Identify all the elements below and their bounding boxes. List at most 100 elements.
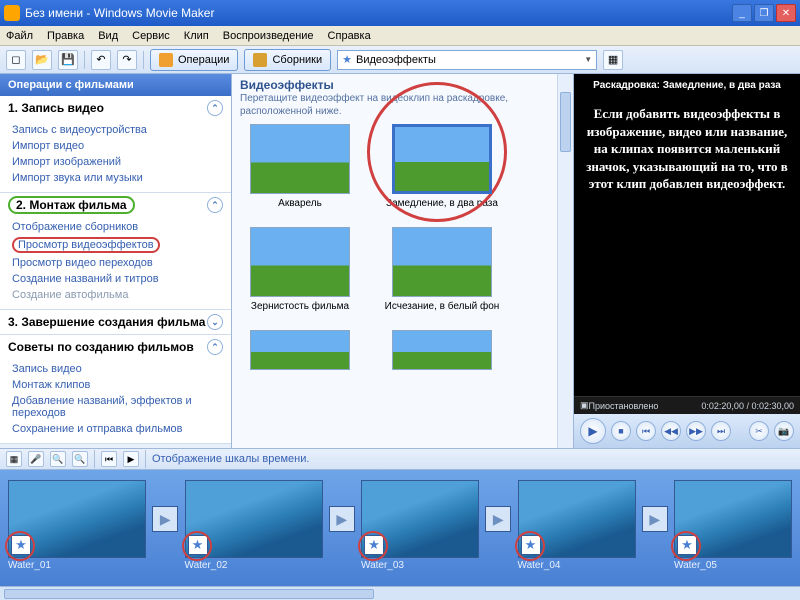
effect-extra-2[interactable] — [382, 330, 502, 374]
link-view-transitions[interactable]: Просмотр видео переходов — [12, 255, 231, 271]
effects-combo[interactable]: ★ Видеоэффекты ▼ — [337, 50, 597, 70]
effect-badge-icon — [11, 535, 31, 555]
scrollbar-thumb[interactable] — [4, 589, 374, 599]
link-import-images[interactable]: Импорт изображений — [12, 154, 231, 170]
redo-button[interactable]: ↷ — [117, 50, 137, 70]
stop-button[interactable]: ■ — [611, 421, 631, 441]
clip-label: Water_03 — [361, 560, 479, 571]
collections-icon — [253, 53, 267, 67]
effect-slowdown[interactable]: Замедление, в два раза — [382, 124, 502, 209]
link-view-effects-label: Просмотр видеоэффектов — [12, 237, 160, 253]
task-section-2-head[interactable]: 2. Монтаж фильма ⌃ — [0, 193, 231, 217]
transition-slot[interactable]: ▶ — [152, 506, 178, 532]
menu-play[interactable]: Воспроизведение — [223, 30, 314, 42]
separator — [84, 51, 85, 69]
menu-help[interactable]: Справка — [328, 30, 371, 42]
effect-label: Замедление, в два раза — [382, 198, 502, 209]
task-section-2-title: 2. Монтаж фильма — [8, 196, 135, 214]
preview-status: ▣ Приостановлено 0:02:20,00 / 0:02:30,00 — [574, 396, 800, 414]
menu-edit[interactable]: Правка — [47, 30, 84, 42]
menu-service[interactable]: Сервис — [132, 30, 170, 42]
new-button[interactable]: ◻ — [6, 50, 26, 70]
rewind-button[interactable]: ◀◀ — [661, 421, 681, 441]
effect-thumb — [392, 124, 492, 194]
task-section-1-head[interactable]: 1. Запись видео ⌃ — [0, 96, 231, 120]
tasks-button[interactable]: Операции — [150, 49, 238, 71]
effect-badge-icon — [677, 535, 697, 555]
transition-slot[interactable]: ▶ — [329, 506, 355, 532]
tl-btn-1[interactable]: ▦ — [6, 451, 22, 467]
status-left: Приостановлено — [589, 401, 659, 411]
transition-slot[interactable]: ▶ — [642, 506, 668, 532]
tip-add-effects[interactable]: Добавление названий, эффектов и переходо… — [12, 393, 231, 421]
horizontal-scrollbar[interactable] — [0, 586, 800, 600]
tasks-pane: Операции с фильмами 1. Запись видео ⌃ За… — [0, 74, 232, 448]
prev-button[interactable]: ⏮ — [636, 421, 656, 441]
link-view-effects[interactable]: Просмотр видеоэффектов — [12, 235, 231, 255]
tl-btn-4[interactable]: 🔍 — [72, 451, 88, 467]
tip-record[interactable]: Запись видео — [12, 361, 231, 377]
tl-play-button[interactable]: ▶ — [123, 451, 139, 467]
menu-file[interactable]: Файл — [6, 30, 33, 42]
clip-water-01[interactable] — [8, 480, 146, 558]
clip-water-05[interactable] — [674, 480, 792, 558]
clip-water-02[interactable] — [185, 480, 323, 558]
titlebar: Без имени - Windows Movie Maker _ ❐ ✕ — [0, 0, 800, 26]
effect-grain[interactable]: Зернистость фильма — [240, 227, 360, 312]
scrollbar-thumb[interactable] — [560, 92, 571, 152]
menu-view[interactable]: Вид — [98, 30, 118, 42]
chevron-down-icon: ▼ — [584, 55, 592, 64]
timeline-toolbar: ▦ 🎤 🔍 🔍 ⏮ ▶ Отображение шкалы времени. — [0, 448, 800, 470]
play-button[interactable]: ▶ — [580, 418, 606, 444]
collections-button[interactable]: Сборники — [244, 49, 331, 71]
transition-slot[interactable]: ▶ — [485, 506, 511, 532]
link-show-collections[interactable]: Отображение сборников — [12, 219, 231, 235]
close-button[interactable]: ✕ — [776, 4, 796, 22]
task-section-3-head[interactable]: 3. Завершение создания фильма ⌄ — [0, 310, 231, 334]
tl-btn-3[interactable]: 🔍 — [50, 451, 66, 467]
effect-thumb — [250, 330, 350, 370]
tip-edit-clips[interactable]: Монтаж клипов — [12, 377, 231, 393]
tl-rewind-button[interactable]: ⏮ — [101, 451, 117, 467]
separator — [94, 450, 95, 468]
show-timeline-link[interactable]: Отображение шкалы времени. — [152, 453, 309, 465]
save-button[interactable]: 💾 — [58, 50, 78, 70]
link-automovie[interactable]: Создание автофильма — [12, 287, 231, 303]
effect-thumb — [250, 124, 350, 194]
clip-water-03[interactable] — [361, 480, 479, 558]
collapse-icon: ⌃ — [207, 100, 223, 116]
next-button[interactable]: ⏭ — [711, 421, 731, 441]
link-import-audio[interactable]: Импорт звука или музыки — [12, 170, 231, 186]
maximize-button[interactable]: ❐ — [754, 4, 774, 22]
link-capture-device[interactable]: Запись с видеоустройства — [12, 122, 231, 138]
tip-save-send[interactable]: Сохранение и отправка фильмов — [12, 421, 231, 437]
vertical-scrollbar[interactable] — [557, 74, 573, 448]
combo-value: Видеоэффекты — [356, 54, 436, 66]
menu-clip[interactable]: Клип — [184, 30, 209, 42]
minimize-button[interactable]: _ — [732, 4, 752, 22]
preview-body: Если добавить видеоэффекты в изображение… — [574, 97, 800, 396]
collapse-icon: ⌃ — [207, 339, 223, 355]
separator — [145, 450, 146, 468]
task-section-4-head[interactable]: Советы по созданию фильмов ⌃ — [0, 335, 231, 359]
effect-fade-white[interactable]: Исчезание, в белый фон — [382, 227, 502, 312]
star-icon: ★ — [342, 53, 352, 66]
link-titles[interactable]: Создание названий и титров — [12, 271, 231, 287]
clip-label: Water_01 — [8, 560, 146, 571]
snapshot-button[interactable]: 📷 — [774, 421, 794, 441]
open-button[interactable]: 📂 — [32, 50, 52, 70]
forward-button[interactable]: ▶▶ — [686, 421, 706, 441]
split-button[interactable]: ✂ — [749, 421, 769, 441]
thumb-view-button[interactable]: ▦ — [603, 50, 623, 70]
link-import-video[interactable]: Импорт видео — [12, 138, 231, 154]
effect-akvarell[interactable]: Акварель — [240, 124, 360, 209]
play-state-icon: ▣ — [580, 400, 589, 411]
task-section-3-title: 3. Завершение создания фильма — [8, 315, 205, 329]
collection-subtitle: Перетащите видеоэффект на видеоклип на р… — [240, 92, 565, 118]
window-title: Без имени - Windows Movie Maker — [25, 6, 732, 20]
clip-water-04[interactable] — [518, 480, 636, 558]
collection-title: Видеоэффекты — [240, 78, 565, 92]
effect-extra-1[interactable] — [240, 330, 360, 374]
undo-button[interactable]: ↶ — [91, 50, 111, 70]
tl-btn-2[interactable]: 🎤 — [28, 451, 44, 467]
